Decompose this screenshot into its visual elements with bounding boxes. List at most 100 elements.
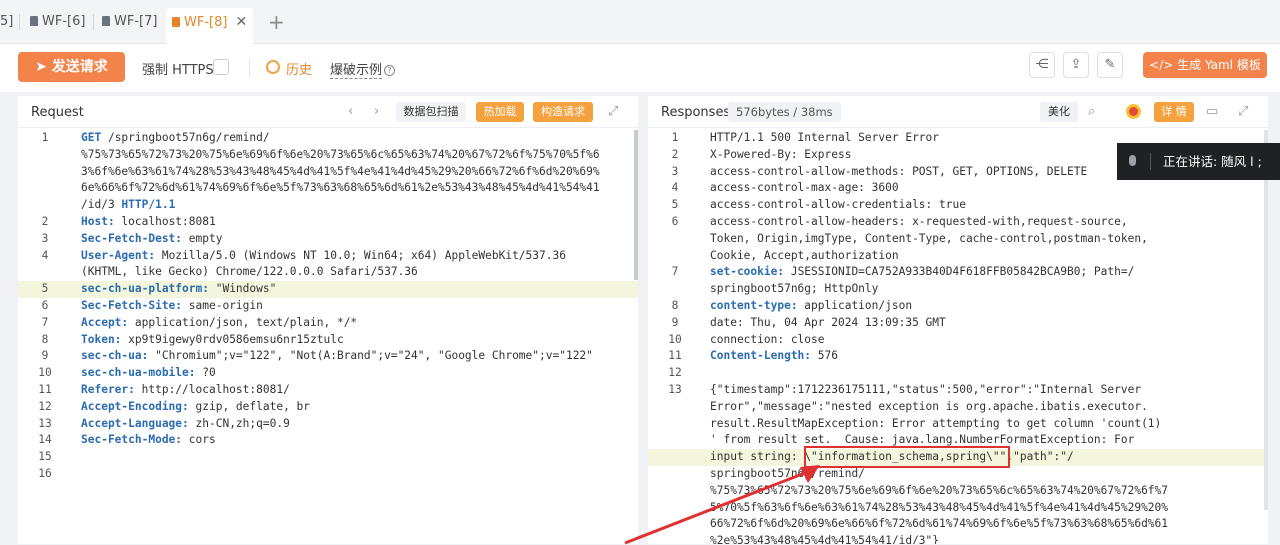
code-line: Accept-Encoding: gzip, deflate, br (81, 399, 310, 416)
yaml-label: 生成 Yaml 模板 (1177, 58, 1261, 72)
code-line: sec-ch-ua-mobile: ?0 (81, 365, 216, 382)
add-tab-icon[interactable]: + (268, 8, 285, 36)
line-number: 12 (38, 399, 52, 413)
line-number: 9 (671, 315, 679, 329)
code-icon: </> (1149, 58, 1178, 72)
code-text: 576 (811, 349, 838, 363)
tab-label: WF-[6] (42, 14, 86, 29)
build-request-button[interactable]: 构造请求 (533, 102, 593, 122)
header-key: sec-ch-ua-platform: (81, 282, 209, 296)
code-text: (KHTML, like Gecko) Chrome/122.0.0.0 Saf… (81, 265, 418, 279)
force-https-checkbox[interactable] (213, 59, 229, 75)
line-number: 8 (671, 299, 679, 312)
toolbar-divider (249, 58, 250, 76)
edit-icon[interactable]: ✎ (1097, 52, 1123, 78)
line-number: 4 (671, 181, 679, 195)
header-key: GET (81, 131, 102, 144)
send-icon: ➤ (35, 59, 52, 75)
code-line: access-control-allow-methods: POST, GET,… (710, 164, 1087, 181)
chevron-left-icon[interactable]: ‹ (348, 104, 353, 120)
scrollbar[interactable] (634, 130, 638, 280)
request-editor[interactable]: 1 GET /springboot57n6g/remind/%75%73%65%7… (18, 130, 638, 544)
close-icon[interactable]: ✕ (235, 14, 247, 30)
line-number: 8 (41, 332, 49, 346)
code-line: content-type: application/json (710, 298, 912, 315)
toolbar: ➤ 发送请求 强制 HTTPS 历史 爆破示例? ⋲ ⇪ ✎ </> 生成 Ya… (0, 44, 1280, 92)
expand-icon[interactable]: ⤢ (1238, 104, 1248, 120)
code-line: 3%6f%6e%63%61%74%28%53%43%48%45%4d%41%5f… (81, 164, 600, 181)
search-icon[interactable]: ⌕ (1088, 104, 1095, 120)
code-text: /id/3 (81, 198, 122, 212)
code-text: Token, Origin,imgType, Content-Type, cac… (710, 231, 1148, 245)
code-line: access-control-allow-headers: x-requeste… (710, 214, 1128, 231)
code-line: Accept-Language: zh-CN,zh;q=0.9 (81, 416, 290, 433)
code-text: HTTP/1.1 500 Internal Server Error (710, 131, 940, 144)
overlay-divider (1150, 153, 1151, 170)
tab-wf-5[interactable]: 5] (0, 8, 13, 36)
response-size-badge: 576bytes / 38ms (728, 102, 841, 122)
expand-icon[interactable]: ⤢ (608, 104, 618, 120)
scrollbar[interactable] (1264, 130, 1268, 510)
code-text: application/json (797, 299, 913, 312)
chevron-right-icon[interactable]: › (374, 104, 379, 120)
examples-link[interactable]: 爆破示例? (330, 59, 396, 79)
line-number: 14 (38, 433, 52, 447)
code-line: date: Thu, 04 Apr 2024 13:09:35 GMT (710, 315, 946, 332)
code-text: /springboot57n6g/remind/ (101, 131, 270, 144)
code-line: Sec-Fetch-Site: same-origin (81, 298, 263, 315)
line-number: 11 (668, 349, 682, 363)
line-number: 10 (38, 366, 52, 380)
share-icon[interactable]: ⋲ (1029, 52, 1055, 78)
code-text: %75%73%65%72%73%20%75%6e%69%6f%6e%20%73%… (81, 147, 600, 161)
export-icon[interactable]: ⇪ (1063, 52, 1089, 78)
comment-icon[interactable]: ▭ (1206, 104, 1218, 120)
tab-wf-6[interactable]: WF-[6] (30, 8, 85, 36)
code-text: date: Thu, 04 Apr 2024 13:09:35 GMT (710, 315, 946, 329)
code-text: localhost:8081 (114, 215, 216, 228)
header-key: Sec-Fetch-Site: (81, 299, 183, 312)
beautify-button[interactable]: 美化 (1040, 102, 1078, 122)
code-line: Content-Length: 576 (710, 348, 838, 365)
history-link[interactable]: 历史 (286, 59, 312, 78)
code-line: springboot57n6g; HttpOnly (710, 281, 878, 298)
code-text: 3%6f%6e%63%61%74%28%53%43%48%45%4d%41%5f… (81, 164, 600, 178)
code-text: empty (182, 231, 223, 245)
send-label: 发送请求 (51, 59, 108, 75)
line-number: 16 (38, 467, 52, 480)
code-text: application/json, text/plain, */* (128, 315, 358, 329)
code-text: ' from result set. Cause: java.lang.Numb… (710, 433, 1135, 447)
tab-bar: 5] WF-[6] WF-[7] WF-[8] ✕ + (0, 0, 1280, 44)
code-line: (KHTML, like Gecko) Chrome/122.0.0.0 Saf… (81, 264, 418, 281)
packet-scan-button[interactable]: 数据包扫描 (396, 102, 466, 122)
code-text: "Chromium";v="122", "Not(A:Brand";v="24"… (148, 349, 593, 363)
send-request-button[interactable]: ➤ 发送请求 (18, 52, 125, 82)
header-key: sec-ch-ua-mobile: (81, 366, 196, 380)
code-text: result.ResultMapException: Error attempt… (710, 416, 1162, 430)
header-key: Sec-Fetch-Dest: (81, 231, 183, 245)
code-line: connection: close (710, 332, 825, 349)
request-panel: Request ‹ › 数据包扫描 热加载 构造请求 ⤢ 1 GET /sprin… (18, 96, 638, 544)
code-line: Token, Origin,imgType, Content-Type, cac… (710, 231, 1148, 248)
detail-button[interactable]: 详 情 (1154, 102, 1194, 122)
tab-wf-8[interactable]: WF-[8] ✕ (166, 8, 254, 44)
help-icon: ? (384, 65, 396, 76)
voice-speaking-label: 正在讲话: 随风 l ; (1163, 154, 1262, 169)
generate-yaml-button[interactable]: </> 生成 Yaml 模板 (1143, 52, 1267, 78)
line-number: 9 (41, 349, 49, 363)
response-title: Responses (661, 105, 731, 120)
code-line: Host: localhost:8081 (81, 214, 216, 231)
code-line: /id/3 HTTP/1.1 (81, 197, 175, 214)
code-text: X-Powered-By: Express (710, 147, 852, 161)
code-line: User-Agent: Mozilla/5.0 (Windows NT 10.0… (81, 248, 566, 265)
hot-load-button[interactable]: 热加载 (476, 102, 524, 122)
line-number: 7 (671, 265, 679, 279)
code-line: access-control-allow-credentials: true (710, 197, 966, 214)
tab-divider (19, 14, 20, 30)
header-key: User-Agent: (81, 248, 156, 262)
request-title: Request (31, 105, 84, 120)
tab-label: 5] (0, 14, 14, 29)
code-line: sec-ch-ua: "Chromium";v="122", "Not(A:Br… (81, 348, 593, 365)
tab-wf-7[interactable]: WF-[7] (102, 8, 157, 36)
chrome-icon[interactable] (1126, 104, 1141, 119)
code-text: 6e%66%6f%72%6d%61%74%69%6f%6e%5f%73%63%6… (81, 181, 600, 195)
